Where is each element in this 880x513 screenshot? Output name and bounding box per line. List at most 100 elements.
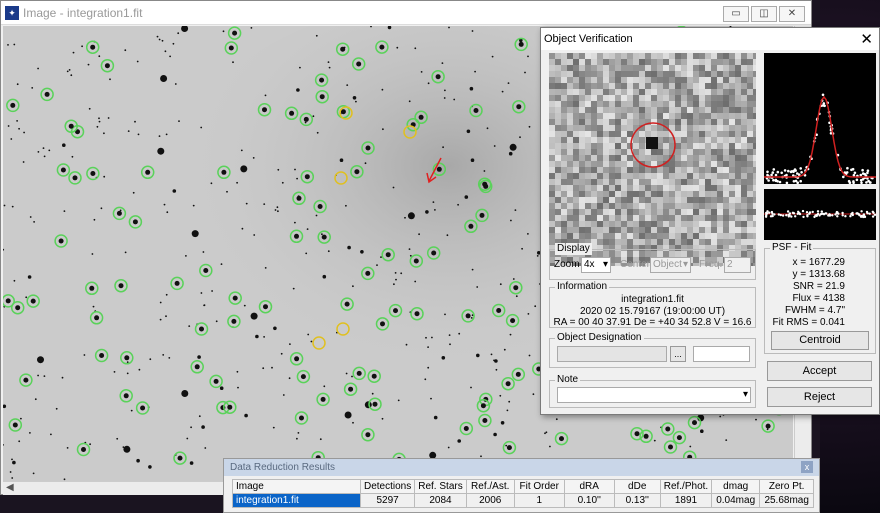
centroid-button[interactable]: Centroid	[771, 331, 869, 350]
column-header[interactable]: Ref. Stars	[414, 479, 467, 494]
star	[495, 368, 498, 371]
column-header[interactable]: Ref./Phot.	[659, 479, 713, 494]
star	[93, 218, 96, 221]
center-select[interactable]: Object ▾	[650, 257, 691, 273]
star	[29, 432, 31, 434]
freq-label: Freq.	[699, 259, 723, 270]
star	[508, 151, 513, 156]
close-icon[interactable]: x	[801, 461, 813, 473]
star	[18, 440, 21, 443]
star	[527, 55, 529, 58]
star	[483, 170, 486, 172]
column-header[interactable]: Detections	[359, 479, 416, 494]
star	[96, 125, 99, 128]
designation-extra-input[interactable]	[693, 346, 750, 362]
star	[431, 336, 433, 339]
star	[433, 415, 438, 420]
star	[382, 128, 384, 131]
close-button[interactable]: ✕	[779, 6, 805, 22]
star	[700, 429, 704, 434]
table-cell: 0.13''	[613, 493, 661, 508]
minimize-button[interactable]: ▭	[723, 6, 749, 22]
psf-x: x = 1677.29	[792, 257, 845, 268]
accept-button[interactable]: Accept	[767, 361, 872, 381]
star	[130, 409, 133, 412]
star	[444, 313, 446, 316]
star	[163, 203, 166, 206]
star	[470, 158, 475, 162]
column-header[interactable]: dRA	[563, 479, 615, 494]
column-header[interactable]: Zero Pt.	[759, 479, 815, 494]
psf-y: y = 1313.68	[792, 269, 845, 280]
star	[534, 305, 537, 308]
designation-input[interactable]	[557, 346, 667, 362]
star	[420, 71, 423, 73]
star	[755, 418, 757, 421]
column-header[interactable]: dDe	[613, 479, 661, 494]
column-header[interactable]: dmag	[711, 479, 761, 494]
close-icon[interactable]: ✕	[860, 30, 873, 48]
table-row[interactable]: integration1.fit 5297 2084 2006 1 0.10'' 0.13'…	[232, 493, 815, 508]
zoom-label: Zoom	[554, 259, 580, 270]
star	[204, 447, 207, 449]
scroll-left-icon[interactable]: ◀	[6, 482, 14, 493]
star	[161, 39, 164, 42]
freq-stepper[interactable]: 2	[724, 257, 751, 273]
star	[328, 66, 331, 69]
star	[458, 332, 461, 335]
display-group: Display Zoom 4x ▾ Center Object ▾ Freq. 2	[549, 243, 756, 280]
star	[71, 155, 74, 158]
star	[514, 209, 517, 212]
column-header[interactable]: Ref./Ast.	[465, 479, 515, 494]
designation-browse-button[interactable]: ...	[670, 346, 686, 362]
maximize-button[interactable]: ◫	[751, 6, 777, 22]
reject-button[interactable]: Reject	[767, 387, 872, 407]
star	[172, 42, 175, 45]
star	[220, 263, 223, 265]
star	[200, 126, 203, 129]
zoom-select[interactable]: 4x ▾	[581, 257, 611, 273]
star	[124, 251, 127, 254]
psf-fwhm: FWHM = 4.7"	[785, 305, 845, 316]
psf-profile-plot	[764, 53, 876, 184]
star	[12, 460, 16, 465]
star	[215, 320, 218, 323]
information-label: Information	[555, 281, 610, 293]
star	[70, 74, 73, 77]
star	[469, 86, 474, 91]
star	[244, 413, 248, 418]
star	[499, 394, 502, 397]
zoomed-object-image[interactable]	[549, 53, 756, 266]
column-header[interactable]: Fit Order	[513, 479, 565, 494]
star	[503, 348, 506, 351]
star	[294, 221, 296, 224]
star	[264, 94, 267, 97]
star	[297, 432, 300, 434]
star	[164, 50, 167, 53]
note-select[interactable]: ▾	[557, 387, 751, 403]
chevron-down-icon: ▾	[742, 389, 748, 400]
star	[321, 233, 323, 236]
column-header[interactable]: Image	[232, 479, 361, 494]
star	[470, 317, 473, 319]
star	[425, 210, 429, 214]
note-group: Note ▾	[549, 374, 756, 408]
star	[22, 161, 25, 163]
star	[457, 203, 459, 206]
star	[92, 305, 95, 308]
star	[380, 256, 382, 258]
star	[464, 195, 469, 199]
star	[37, 356, 44, 364]
star	[158, 135, 161, 137]
table-cell: 0.10''	[563, 493, 615, 508]
star	[448, 26, 450, 29]
star	[294, 168, 296, 171]
star	[255, 334, 259, 339]
psf-residual-plot	[764, 189, 876, 240]
star	[98, 55, 101, 58]
star	[430, 397, 432, 400]
star	[88, 107, 91, 110]
star	[138, 368, 141, 371]
dialog-titlebar: Object Verification ✕	[541, 28, 879, 50]
star	[307, 333, 310, 336]
